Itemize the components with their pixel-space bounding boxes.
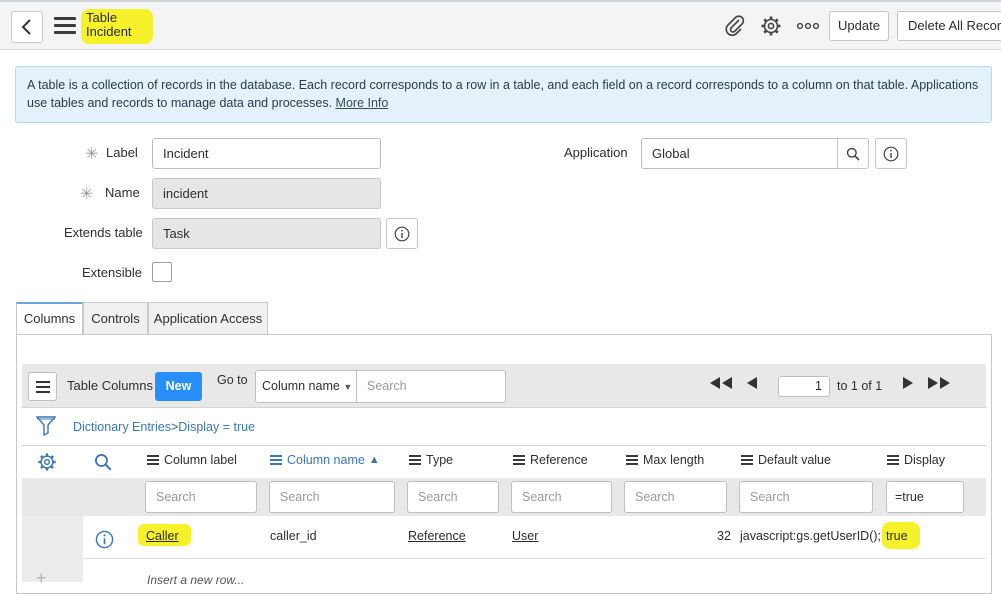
label-field-label: Label — [106, 145, 138, 160]
column-menu-icon — [409, 453, 421, 467]
form-title-type: Table — [86, 10, 118, 25]
insert-new-row-link[interactable]: Insert a new row... — [147, 573, 244, 587]
menu-icon — [35, 380, 50, 393]
column-menu-icon — [741, 453, 753, 467]
name-input: incident — [152, 178, 381, 209]
insert-row-plus-icon[interactable]: + — [36, 568, 47, 589]
search-icon[interactable] — [94, 453, 112, 474]
row-selector-column — [22, 516, 83, 582]
name-field-label: Name — [105, 185, 140, 200]
search-column-name[interactable]: Search — [269, 481, 395, 513]
column-menu-icon — [147, 453, 159, 467]
list-title: Table Columns — [67, 378, 153, 393]
search-column-label[interactable]: Search — [145, 481, 257, 513]
label-input[interactable]: Incident — [152, 138, 381, 169]
column-header-max-length[interactable]: Max length — [626, 453, 704, 467]
column-header-text: Type — [426, 453, 454, 467]
column-header-type[interactable]: Type — [409, 453, 453, 467]
cell-type[interactable]: Reference — [408, 529, 466, 543]
back-button[interactable] — [11, 11, 43, 43]
column-header-text: Column name — [287, 453, 365, 467]
more-icon[interactable] — [796, 14, 820, 38]
column-header-column-name[interactable]: Column name ▲ — [270, 453, 380, 467]
tab-application-access[interactable]: Application Access — [148, 302, 268, 334]
tab-columns[interactable]: Columns — [16, 302, 83, 334]
personalize-list-gear-icon[interactable] — [37, 452, 57, 475]
extensible-label: Extensible — [82, 265, 142, 280]
column-header-text: Column label — [164, 453, 237, 467]
next-page-icon[interactable] — [902, 377, 914, 389]
last-page-icon[interactable] — [927, 377, 951, 389]
column-header-default-value[interactable]: Default value — [741, 453, 831, 467]
info-banner: A table is a collection of records in th… — [15, 66, 992, 123]
extends-table-input: Task — [152, 218, 381, 249]
column-menu-icon — [270, 453, 282, 467]
page-count-text: to 1 of 1 — [837, 379, 883, 393]
goto-label: Go to — [217, 373, 248, 387]
search-reference[interactable]: Search — [511, 481, 612, 513]
prev-page-icon[interactable] — [746, 377, 758, 389]
form-title: Table Incident — [81, 9, 153, 44]
search-icon — [846, 147, 860, 161]
cell-column-label[interactable]: Caller — [146, 529, 179, 543]
update-button[interactable]: Update — [829, 11, 889, 41]
cell-column-name: caller_id — [270, 529, 317, 543]
column-header-text: Default value — [758, 453, 831, 467]
list-menu-button[interactable] — [28, 372, 57, 401]
column-header-column-label[interactable]: Column label — [147, 453, 237, 467]
application-info-button[interactable] — [875, 138, 907, 169]
column-menu-icon — [513, 453, 525, 467]
menu-icon[interactable] — [54, 17, 76, 35]
application-input[interactable]: Global — [641, 138, 839, 169]
cell-default-value: javascript:gs.getUserID(); — [740, 529, 882, 543]
more-info-link[interactable]: More Info — [336, 96, 389, 110]
back-icon — [21, 19, 31, 35]
page-number-input[interactable]: 1 — [778, 376, 830, 397]
search-max-length[interactable]: Search — [624, 481, 727, 513]
required-icon: ✳ — [80, 186, 94, 203]
breadcrumb: Dictionary Entries>Display = true — [73, 420, 255, 434]
goto-field-select[interactable]: Column name ▼ — [255, 370, 357, 403]
search-default-value[interactable]: Search — [739, 481, 873, 513]
required-icon: ✳ — [85, 146, 99, 163]
form-title-record: Incident — [86, 24, 132, 39]
first-page-icon[interactable] — [709, 377, 733, 389]
paperclip-icon[interactable] — [723, 14, 747, 38]
column-menu-icon — [626, 453, 638, 467]
column-header-text: Max length — [643, 453, 705, 467]
cell-max-length: 32 — [717, 529, 731, 543]
caret-down-icon: ▼ — [343, 382, 353, 392]
gear-icon[interactable] — [759, 14, 783, 38]
filter-icon[interactable] — [35, 415, 57, 440]
breadcrumb-root[interactable]: Dictionary Entries — [73, 420, 171, 434]
column-header-text: Display — [904, 453, 945, 467]
column-header-display[interactable]: Display — [887, 453, 945, 467]
row-info-icon[interactable] — [95, 530, 114, 552]
application-lookup-button[interactable] — [837, 138, 869, 169]
search-type[interactable]: Search — [407, 481, 499, 513]
column-menu-icon — [887, 453, 899, 467]
delete-all-records-button[interactable]: Delete All Records — [897, 11, 1001, 41]
cell-reference[interactable]: User — [512, 529, 538, 543]
extensible-checkbox[interactable] — [152, 262, 172, 282]
banner-text: A table is a collection of records in th… — [27, 78, 979, 110]
list-search-input[interactable]: Search — [356, 370, 506, 403]
extends-table-info-button[interactable] — [386, 218, 418, 249]
application-label: Application — [564, 145, 628, 160]
sort-ascending-icon: ▲ — [368, 454, 380, 466]
extends-table-label: Extends table — [64, 225, 143, 240]
column-header-reference[interactable]: Reference — [513, 453, 588, 467]
info-icon — [883, 146, 899, 161]
new-button[interactable]: New — [155, 372, 202, 401]
breadcrumb-filter[interactable]: Display = true — [178, 420, 255, 434]
column-header-text: Reference — [530, 453, 588, 467]
search-display[interactable]: =true — [886, 481, 964, 513]
goto-field-value: Column name — [262, 379, 340, 393]
info-icon — [394, 226, 410, 241]
cell-display: true — [886, 529, 908, 543]
header-top-border — [0, 0, 1001, 2]
tab-controls[interactable]: Controls — [83, 302, 148, 334]
